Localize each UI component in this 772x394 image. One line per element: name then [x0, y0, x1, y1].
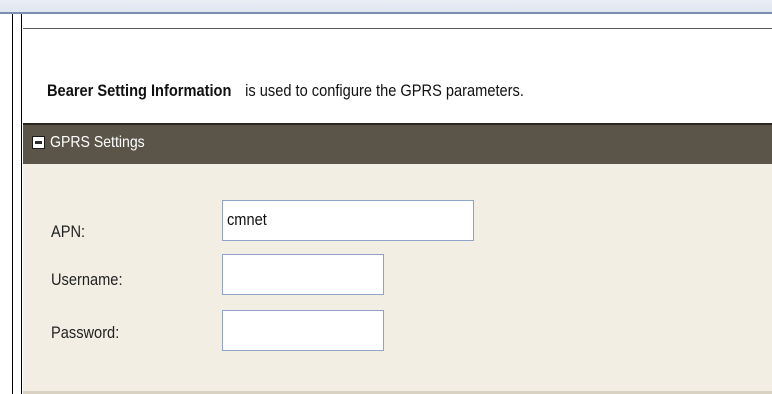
left-frame-border [0, 14, 22, 394]
info-title: Bearer Setting Information [47, 81, 232, 100]
window-top-bar [0, 0, 772, 14]
apn-input[interactable]: cmnet [222, 200, 474, 241]
password-label: Password: [51, 323, 120, 342]
apn-input-value: cmnet [227, 210, 267, 229]
gprs-settings-panel: APN: cmnet Username: Password: [23, 164, 772, 394]
username-label: Username: [51, 270, 123, 289]
info-line: Bearer Setting Information is used to con… [47, 81, 524, 101]
collapse-icon[interactable] [32, 136, 45, 149]
apn-label: APN: [51, 222, 86, 241]
info-description: is used to configure the GPRS parameters… [245, 81, 524, 100]
info-box: Bearer Setting Information is used to con… [23, 28, 772, 124]
window: Bearer Setting Information is used to con… [0, 0, 772, 394]
gprs-settings-header[interactable]: GPRS Settings [23, 123, 772, 164]
password-input[interactable] [222, 310, 384, 351]
username-input[interactable] [222, 254, 384, 295]
settings-content: Bearer Setting Information is used to con… [23, 14, 772, 394]
panel-title: GPRS Settings [50, 134, 145, 151]
